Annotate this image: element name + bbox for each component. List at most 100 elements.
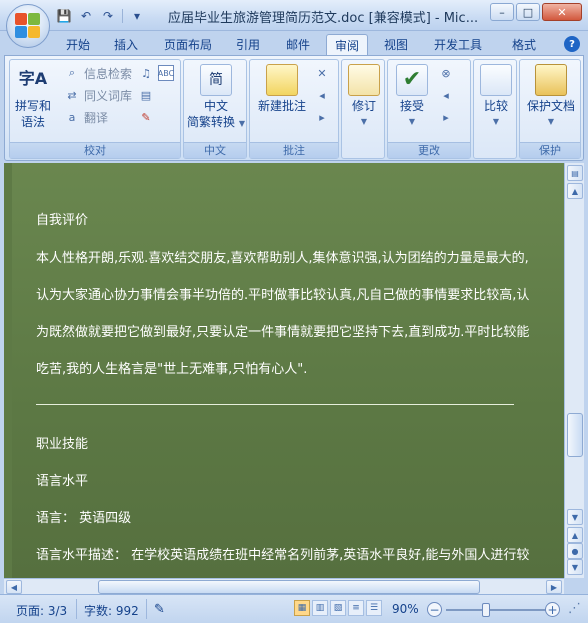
delete-comment-button[interactable]: ✕ <box>314 64 330 82</box>
chinese-label-1: 中文 <box>203 99 228 113</box>
translate-tooltip-button[interactable]: ▤ <box>138 86 154 104</box>
office-logo-icon <box>15 13 41 39</box>
tab-format[interactable]: 格式 <box>508 34 540 55</box>
chinese-label-2: 简繁转换 <box>187 115 236 129</box>
new-comment-label: 新建批注 <box>257 99 306 113</box>
web-layout-icon[interactable]: ▧ <box>330 600 346 616</box>
zoom-level[interactable]: 90% <box>392 602 419 616</box>
horizontal-rule <box>36 404 514 405</box>
scroll-down-icon[interactable]: ▼ <box>567 509 583 525</box>
group-proofing: 字A 拼写和 语法 ⌕ 信息检索 ⇄ 同义词库 a 翻译 ♫ ABC ▤ ✎ 校… <box>9 59 181 159</box>
proofing-options-button[interactable]: ✎ <box>138 108 154 126</box>
title-bar: 💾 ↶ ↷ ▾ 应届毕业生旅游管理简历范文.doc [兼容模式] - Mic..… <box>0 0 588 31</box>
tab-page-layout[interactable]: 页面布局 <box>160 34 216 55</box>
previous-change-button[interactable]: ◂ <box>438 86 454 104</box>
zoom-out-icon[interactable]: − <box>427 602 442 617</box>
reject-icon: ⊗ <box>441 66 451 80</box>
set-language-button[interactable]: ♫ ABC <box>138 64 174 82</box>
chinese-conversion-icon: 简 <box>200 64 232 96</box>
horizontal-scroll-thumb[interactable] <box>98 580 480 594</box>
doc-line: 语言水平描述： 在学校英语成绩在班中经常名列前茅,英语水平良好,能与外国人进行较 <box>36 548 530 563</box>
zoom-slider-thumb[interactable] <box>482 603 490 617</box>
group-label-comments: 批注 <box>250 142 338 158</box>
protect-document-button[interactable]: 保护文档 ▼ <box>522 64 580 130</box>
scroll-up-icon[interactable]: ▲ <box>567 183 583 199</box>
vertical-scrollbar[interactable]: ▤ ▲ ▼ ▲ ● ▼ <box>564 163 584 578</box>
chinese-label-2-row: 简繁转换 ▼ <box>186 114 246 132</box>
tab-references[interactable]: 引用 <box>232 34 264 55</box>
maximize-button[interactable]: □ <box>516 3 540 21</box>
tab-home[interactable]: 开始 <box>62 34 94 55</box>
zoom-slider-track[interactable] <box>446 609 546 611</box>
quick-access-toolbar: 💾 ↶ ↷ ▾ <box>56 7 145 25</box>
document-area[interactable]: 自我评价 本人性格开朗,乐观.喜欢结交朋友,喜欢帮助别人,集体意识强,认为团结的… <box>4 163 564 578</box>
compare-label: 比较 <box>483 99 508 113</box>
status-separator <box>146 599 147 619</box>
chinese-conversion-button[interactable]: 简 中文 简繁转换 ▼ <box>186 64 246 132</box>
redo-icon[interactable]: ↷ <box>100 8 116 24</box>
doc-line: 为既然做就要把它做到最好,只要认定一件事情就要把它坚持下去,直到成功.平时比较能 <box>36 325 530 340</box>
doc-line-self-evaluation-heading: 自我评价 <box>36 213 89 228</box>
doc-line-skills-heading: 职业技能 <box>36 437 89 452</box>
browse-object-icon[interactable]: ● <box>567 543 583 559</box>
outline-view-icon[interactable]: ≡ <box>348 600 364 616</box>
scroll-right-icon[interactable]: ▶ <box>546 580 562 594</box>
translate-button[interactable]: a 翻译 <box>64 108 108 126</box>
close-button[interactable]: ✕ <box>542 3 582 21</box>
vertical-scroll-thumb[interactable] <box>567 413 583 457</box>
undo-icon[interactable]: ↶ <box>78 8 94 24</box>
previous-change-icon: ◂ <box>443 88 449 102</box>
group-label-changes: 更改 <box>388 142 470 158</box>
track-changes-button[interactable]: 修订 ▼ <box>344 64 384 130</box>
draft-view-icon[interactable]: ☰ <box>366 600 382 616</box>
ruler-toggle-icon[interactable]: ▤ <box>567 165 583 181</box>
research-icon: ⌕ <box>68 66 76 79</box>
accept-button[interactable]: ✔ 接受 ▼ <box>390 64 434 130</box>
tab-insert[interactable]: 插入 <box>110 34 142 55</box>
next-change-button[interactable]: ▸ <box>438 108 454 126</box>
group-label-chinese: 中文 <box>184 142 246 158</box>
help-icon[interactable]: ? <box>564 36 580 52</box>
tab-developer[interactable]: 开发工具 <box>430 34 486 55</box>
thesaurus-icon: ⇄ <box>67 88 77 102</box>
research-button[interactable]: ⌕ 信息检索 <box>64 64 132 82</box>
lock-icon <box>535 64 567 96</box>
chevron-down-icon: ▼ <box>492 117 500 126</box>
tab-view[interactable]: 视图 <box>380 34 412 55</box>
document-page[interactable]: 自我评价 本人性格开朗,乐观.喜欢结交朋友,喜欢帮助别人,集体意识强,认为团结的… <box>12 163 564 578</box>
accept-label: 接受 <box>399 99 424 113</box>
resize-grip-icon[interactable]: ⋰ <box>568 601 581 616</box>
new-comment-button[interactable]: 新建批注 <box>252 64 312 114</box>
proofing-status-icon[interactable]: ✎ <box>154 602 165 617</box>
previous-comment-button[interactable]: ◂ <box>314 86 330 104</box>
spelling-label-2: 语法 <box>20 115 45 129</box>
group-label-proofing: 校对 <box>10 142 180 158</box>
word-count[interactable]: 字数: 992 <box>84 602 139 619</box>
save-icon[interactable]: 💾 <box>56 8 72 24</box>
zoom-in-icon[interactable]: + <box>545 602 560 617</box>
previous-page-icon[interactable]: ▲ <box>567 527 583 543</box>
full-screen-reading-icon[interactable]: ▥ <box>312 600 328 616</box>
spelling-abc-icon: 字A <box>18 69 48 88</box>
compare-button[interactable]: 比较 ▼ <box>476 64 516 130</box>
horizontal-scrollbar[interactable]: ◀ ▶ <box>4 578 564 594</box>
scroll-left-icon[interactable]: ◀ <box>6 580 22 594</box>
tab-mailings[interactable]: 邮件 <box>282 34 314 55</box>
group-compare: 比较 ▼ <box>473 59 517 159</box>
status-bar: 页面: 3/3 字数: 992 ✎ ▦ ▥ ▧ ≡ ☰ 90% − + ⋰ <box>0 594 588 623</box>
print-layout-icon[interactable]: ▦ <box>294 600 310 616</box>
reject-button[interactable]: ⊗ <box>438 64 454 82</box>
next-page-icon[interactable]: ▼ <box>567 559 583 575</box>
word-count-icon[interactable]: ABC <box>158 65 174 81</box>
tab-review[interactable]: 审阅 <box>326 34 368 55</box>
compare-icon <box>480 64 512 96</box>
minimize-button[interactable]: – <box>490 3 514 21</box>
next-comment-button[interactable]: ▸ <box>314 108 330 126</box>
office-button[interactable] <box>6 4 50 48</box>
next-comment-icon: ▸ <box>319 110 325 124</box>
thesaurus-button[interactable]: ⇄ 同义词库 <box>64 86 132 104</box>
spelling-grammar-button[interactable]: 字A 拼写和 语法 <box>14 64 52 130</box>
page-count[interactable]: 页面: 3/3 <box>16 602 67 619</box>
ribbon: 字A 拼写和 语法 ⌕ 信息检索 ⇄ 同义词库 a 翻译 ♫ ABC ▤ ✎ 校… <box>4 55 584 161</box>
customize-qat-icon[interactable]: ▾ <box>129 8 145 24</box>
